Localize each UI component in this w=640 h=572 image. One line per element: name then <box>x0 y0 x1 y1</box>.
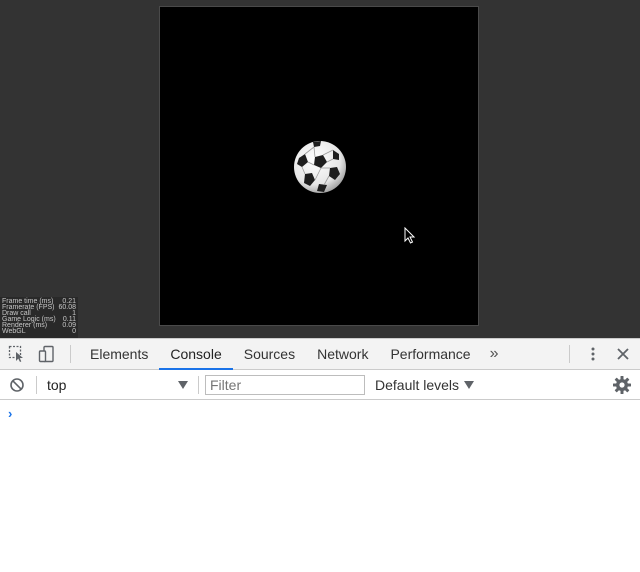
console-output-area[interactable]: › <box>0 400 640 572</box>
toolbar-divider <box>70 345 71 363</box>
toolbar-divider <box>569 345 570 363</box>
gear-icon[interactable] <box>612 375 632 395</box>
close-icon[interactable] <box>608 339 638 369</box>
devtools-tabbar: Elements Console Sources Network Perform… <box>0 339 640 370</box>
more-tabs-button[interactable]: » <box>482 339 507 369</box>
context-selector[interactable]: top <box>39 374 194 396</box>
context-value: top <box>47 376 67 393</box>
kebab-menu-icon[interactable] <box>578 339 608 369</box>
device-toolbar-icon[interactable] <box>32 339 62 369</box>
tab-performance[interactable]: Performance <box>379 339 481 369</box>
toolbar-divider <box>198 375 199 394</box>
filter-input[interactable] <box>205 374 365 395</box>
mouse-cursor-icon <box>404 227 416 244</box>
tab-sources[interactable]: Sources <box>233 339 306 369</box>
game-viewport: Frame time (ms) 0.21 Framerate (FPS) 60.08… <box>0 0 640 338</box>
performance-stats-panel: Frame time (ms) 0.21 Framerate (FPS) 60.08… <box>0 297 78 338</box>
log-levels-dropdown[interactable]: Default levels <box>375 377 475 393</box>
clear-console-icon[interactable] <box>2 370 32 400</box>
dropdown-arrow-icon <box>178 380 188 389</box>
toolbar-divider <box>36 375 37 394</box>
console-toolbar: top Default levels <box>0 370 640 400</box>
soccer-ball-icon <box>294 141 346 193</box>
tab-network[interactable]: Network <box>306 339 379 369</box>
stat-row: WebGL 0 <box>2 327 76 335</box>
devtools-right-tools <box>561 339 640 369</box>
console-prompt[interactable]: › <box>8 406 12 421</box>
devtools-panel: Elements Console Sources Network Perform… <box>0 338 640 572</box>
tab-elements[interactable]: Elements <box>79 339 159 369</box>
inspect-element-icon[interactable] <box>2 339 32 369</box>
game-canvas[interactable] <box>159 6 479 326</box>
tab-console[interactable]: Console <box>159 339 234 370</box>
dropdown-arrow-icon <box>464 380 475 389</box>
